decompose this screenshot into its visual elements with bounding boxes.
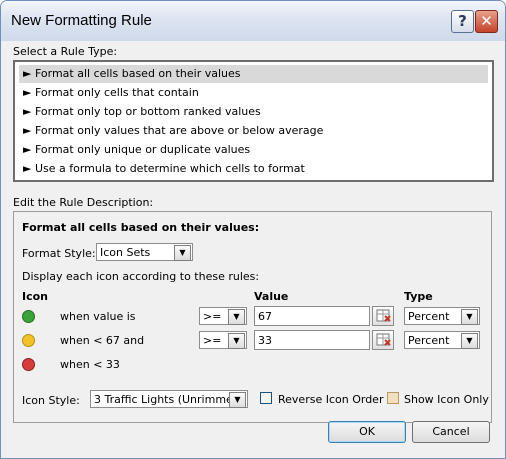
type-dropdown[interactable]: Percent ▼: [404, 307, 480, 325]
window-title: New Formatting Rule: [11, 12, 152, 29]
type-value: Percent: [408, 310, 450, 323]
reverse-icon-order-label[interactable]: Reverse Icon Order: [278, 393, 383, 406]
rule-type-label: Select a Rule Type:: [13, 45, 118, 58]
chevron-down-icon[interactable]: ▼: [229, 392, 246, 408]
reverse-icon-order-checkbox[interactable]: [260, 392, 272, 404]
value-input[interactable]: 33: [254, 330, 370, 350]
rule-item-formula[interactable]: ► Use a formula to determine which cells…: [19, 160, 488, 178]
icon-column-header: Icon: [22, 290, 49, 303]
cell-reference-button[interactable]: [372, 330, 394, 350]
rule-description-panel: Format all cells based on their values: …: [13, 211, 492, 423]
dialog-window: New Formatting Rule ? ✕ Select a Rule Ty…: [0, 0, 506, 459]
rule-item-cells-contain[interactable]: ► Format only cells that contain: [19, 84, 488, 102]
cancel-button[interactable]: Cancel: [412, 421, 490, 443]
rule-condition-text: when value is: [60, 310, 136, 323]
display-rules-text: Display each icon according to these rul…: [22, 270, 260, 283]
icon-style-dropdown[interactable]: 3 Traffic Lights (Unrimmed) ▼: [90, 390, 248, 408]
operator-value: >=: [203, 334, 222, 347]
chevron-down-icon[interactable]: ▼: [174, 245, 191, 261]
chevron-down-icon[interactable]: ▼: [228, 309, 245, 325]
type-value: Percent: [408, 334, 450, 347]
type-dropdown[interactable]: Percent ▼: [404, 331, 480, 349]
description-label: Edit the Rule Description:: [13, 196, 154, 209]
operator-dropdown[interactable]: >= ▼: [199, 331, 247, 349]
red-circle-icon[interactable]: [22, 358, 35, 371]
rule-condition-text: when < 33: [60, 358, 120, 371]
green-circle-icon[interactable]: [22, 310, 35, 323]
rule-type-list[interactable]: ► Format all cells based on their values…: [13, 60, 494, 182]
format-style-label: Format Style:: [22, 247, 96, 260]
help-button[interactable]: ?: [451, 10, 474, 33]
ok-button[interactable]: OK: [328, 421, 406, 443]
format-style-dropdown[interactable]: Icon Sets ▼: [96, 243, 193, 261]
show-icon-only-label[interactable]: Show Icon Only: [404, 393, 489, 406]
operator-dropdown[interactable]: >= ▼: [199, 307, 247, 325]
icon-style-value: 3 Traffic Lights (Unrimmed): [94, 393, 245, 406]
operator-value: >=: [203, 310, 222, 323]
rule-condition-text: when < 67 and: [60, 334, 145, 347]
icon-style-label: Icon Style:: [22, 394, 80, 407]
cell-reference-icon: [376, 309, 391, 322]
close-button[interactable]: ✕: [475, 10, 498, 33]
cell-reference-icon: [376, 333, 391, 346]
dialog-body: Select a Rule Type: ► Format all cells b…: [5, 41, 501, 455]
format-style-value: Icon Sets: [100, 246, 151, 259]
rule-item-above-below-average[interactable]: ► Format only values that are above or b…: [19, 122, 488, 140]
value-column-header: Value: [254, 290, 289, 303]
cell-reference-button[interactable]: [372, 306, 394, 326]
chevron-down-icon[interactable]: ▼: [461, 333, 478, 349]
show-icon-only-checkbox[interactable]: [387, 392, 399, 404]
rule-item-unique-duplicate[interactable]: ► Format only unique or duplicate values: [19, 141, 488, 159]
type-column-header: Type: [404, 290, 433, 303]
value-input[interactable]: 67: [254, 306, 370, 326]
chevron-down-icon[interactable]: ▼: [461, 309, 478, 325]
rule-item-all-values[interactable]: ► Format all cells based on their values: [19, 65, 488, 83]
chevron-down-icon[interactable]: ▼: [228, 333, 245, 349]
title-bar[interactable]: New Formatting Rule ? ✕: [1, 1, 505, 41]
rule-item-top-bottom[interactable]: ► Format only top or bottom ranked value…: [19, 103, 488, 121]
description-heading: Format all cells based on their values:: [22, 221, 260, 234]
yellow-circle-icon[interactable]: [22, 334, 35, 347]
